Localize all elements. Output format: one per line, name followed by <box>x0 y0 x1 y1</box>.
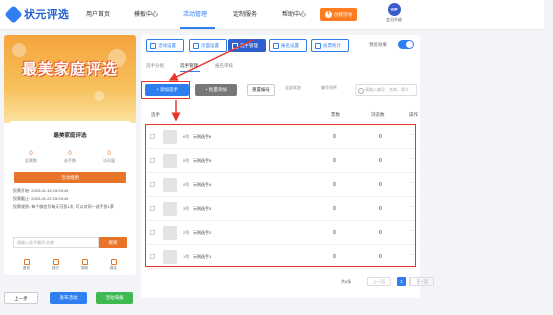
page-icon <box>193 42 199 49</box>
vote-end-info: 投票截止: 2020-01-22 15:03:49 <box>13 196 69 201</box>
tab-label: 选手管理 <box>240 42 258 48</box>
status-filter[interactable]: 全部状态 <box>285 85 301 91</box>
stat-label: 选手数 <box>64 158 76 163</box>
vip-upgrade-label: 会员升级 <box>386 17 402 22</box>
decor-bubble <box>12 43 26 57</box>
vip-upgrade[interactable]: VIP 会员升级 <box>386 3 402 23</box>
preview-banner: 最美家庭评选 <box>4 35 136 123</box>
header-votes: 票数 <box>331 112 340 117</box>
annotation-highlight-add <box>141 81 190 99</box>
banner-title: 最美家庭评选 <box>21 61 118 78</box>
player-search: 请输入选手编号/名称 搜索 <box>13 237 127 248</box>
player-search-input[interactable]: 请输入编号、名称、简介 <box>355 84 417 96</box>
form-icon <box>273 42 279 49</box>
subtab-player-management[interactable]: 选手管理 <box>180 63 198 69</box>
stat-visits: 0 访问量 <box>89 151 129 164</box>
tab-label: 投票统计 <box>323 42 341 48</box>
stat-label: 总票数 <box>25 158 37 163</box>
tab-player-management[interactable]: 选手管理 <box>228 39 266 52</box>
sort-filter[interactable]: 编号排序 <box>321 85 337 91</box>
subtab-player-groups[interactable]: 选手分组 <box>146 63 164 69</box>
chart-icon <box>315 42 321 49</box>
mobile-preview: 最美家庭评选 最美家庭评选 0 总票数 0 选手数 0 访问量 活动规则 投票开… <box>4 35 136 275</box>
tab-vote-statistics[interactable]: 投票统计 <box>311 39 349 52</box>
tab-label: 排行 <box>52 266 59 270</box>
nav-active-indicator <box>180 27 215 29</box>
home-icon <box>23 259 30 265</box>
player-search-input[interactable]: 请输入选手编号/名称 <box>13 237 99 248</box>
tab-rules[interactable]: 规则 <box>75 257 95 275</box>
nav-help-center[interactable]: 帮助中心 <box>282 9 306 18</box>
top-navbar: 状元评选 用户首页 模板中心 活动管理 定制服务 帮助中心 + 创建活动 VIP… <box>0 0 553 30</box>
pager-total: 共6条 <box>341 279 352 284</box>
nav-custom-service[interactable]: 定制服务 <box>233 9 257 18</box>
logo-icon <box>4 4 23 24</box>
settings-icon <box>150 42 156 49</box>
header-player: 选手 <box>151 112 160 117</box>
tab-label: 活动设置 <box>158 42 176 48</box>
current-page-button[interactable]: 1 <box>397 277 406 286</box>
scrollbar-gutter <box>544 0 553 315</box>
tab-page-settings[interactable]: 页面设置 <box>189 39 227 52</box>
tab-signup[interactable]: 报名 <box>104 257 124 275</box>
stat-number: 0 <box>107 151 111 157</box>
tab-signup-settings[interactable]: 报名设置 <box>269 39 307 52</box>
nav-user-home[interactable]: 用户首页 <box>86 9 110 18</box>
prev-step-button[interactable]: 上一步 <box>4 292 38 304</box>
activity-title: 最美家庭评选 <box>53 133 87 139</box>
header-operations: 操作 <box>409 112 418 117</box>
tab-label: 规则 <box>81 266 88 270</box>
annotation-highlight-list <box>145 124 416 267</box>
subtab-active-indicator <box>180 71 200 72</box>
tab-activity-settings[interactable]: 活动设置 <box>146 39 184 52</box>
vote-rule-info: 投票规则: 每个微信号每天可投1次, 可以对同一选手投1票 <box>13 204 114 209</box>
tab-label: 报名 <box>110 266 117 270</box>
signup-icon <box>110 259 117 265</box>
stat-label: 访问量 <box>103 158 115 163</box>
vip-badge-icon: VIP <box>387 3 401 16</box>
player-search-button[interactable]: 搜索 <box>99 237 127 248</box>
app-name: 状元评选 <box>24 9 70 21</box>
stat-number: 0 <box>68 151 72 157</box>
stat-players: 0 选手数 <box>50 151 90 164</box>
publish-activity-button[interactable]: 发布活动 <box>50 292 87 304</box>
mobile-tabbar: 首页 排行 规则 报名 <box>4 257 136 275</box>
users-icon <box>232 42 238 49</box>
tab-label: 首页 <box>23 266 30 270</box>
preview-toggle[interactable] <box>398 40 414 49</box>
activity-rules-button[interactable]: 活动规则 <box>14 172 126 183</box>
ranking-icon <box>52 259 59 265</box>
nav-template-center[interactable]: 模板中心 <box>134 9 158 18</box>
stat-total-votes: 0 总票数 <box>11 151 51 164</box>
create-activity-label: 创建活动 <box>334 11 352 17</box>
create-activity-button[interactable]: + 创建活动 <box>320 8 357 21</box>
activity-card: 最美家庭评选 0 总票数 0 选手数 0 访问量 活动规则 投票开始: 2020… <box>9 121 131 251</box>
activity-poster-button[interactable]: 活动海报 <box>96 292 133 304</box>
header-views: 浏览数 <box>371 112 385 117</box>
subtab-signup-review[interactable]: 报名审核 <box>215 63 233 69</box>
tab-ranking[interactable]: 排行 <box>46 257 66 275</box>
plus-icon: + <box>325 11 332 18</box>
app-logo[interactable]: 状元评选 <box>4 4 70 24</box>
tab-label: 页面设置 <box>201 42 219 48</box>
stat-number: 0 <box>29 151 33 157</box>
tab-label: 报名设置 <box>281 42 299 48</box>
reset-number-button[interactable]: 重置编号 <box>247 84 275 96</box>
rules-icon <box>81 259 88 265</box>
preview-effect-label: 预览效果 <box>369 42 387 47</box>
nav-activity-management[interactable]: 活动管理 <box>183 9 207 18</box>
next-page-button[interactable]: 下一页 <box>410 277 434 286</box>
decor-bubble <box>94 91 104 101</box>
bulk-add-button[interactable]: + 批量添加 <box>195 84 237 96</box>
prev-page-button[interactable]: 上一页 <box>367 277 391 286</box>
tab-home[interactable]: 首页 <box>17 257 37 275</box>
vote-start-info: 投票开始: 2020-01-16 15:03:49 <box>13 188 69 193</box>
